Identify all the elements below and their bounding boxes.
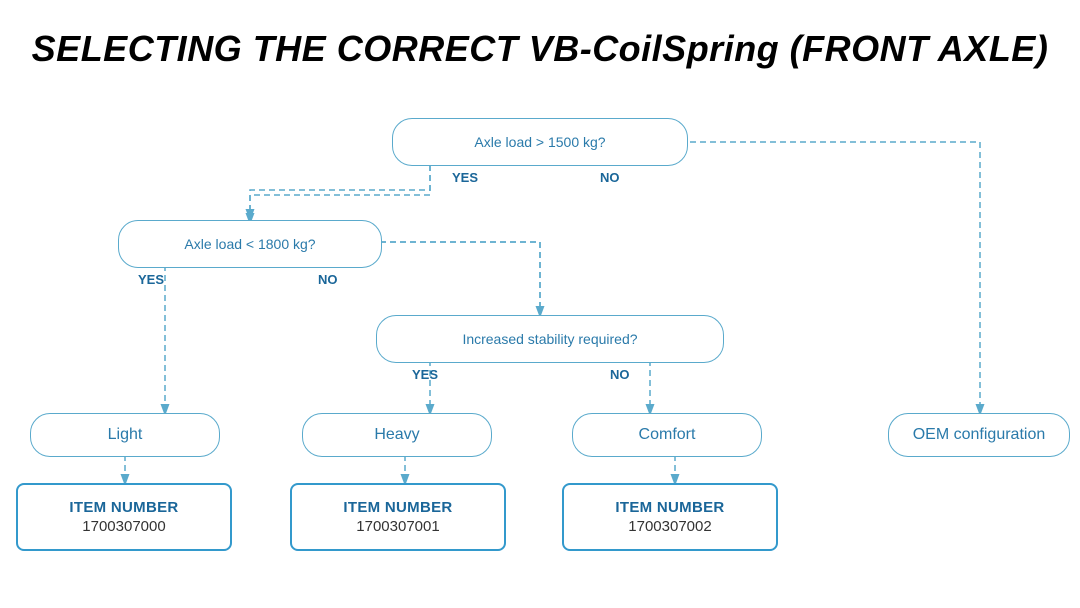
item1-label: ITEM NUMBER [343, 499, 452, 516]
decision-3-text: Increased stability required? [462, 331, 637, 347]
result-oem-text: OEM configuration [913, 426, 1046, 444]
decision3-yes-label: YES [412, 367, 438, 382]
result-light: Light [30, 413, 220, 457]
decision-box-2: Axle load < 1800 kg? [118, 220, 382, 268]
item0-label: ITEM NUMBER [69, 499, 178, 516]
result-comfort: Comfort [572, 413, 762, 457]
item2-label: ITEM NUMBER [615, 499, 724, 516]
decision-box-3: Increased stability required? [376, 315, 724, 363]
item-box-1: ITEM NUMBER 1700307001 [290, 483, 506, 551]
main-title: SELECTING THE CORRECT VB-CoilSpring (FRO… [0, 0, 1080, 80]
decision1-no-label: NO [600, 170, 620, 185]
result-light-text: Light [108, 426, 143, 444]
diagram-area: .dashed-line { stroke: #5aaacc; stroke-w… [0, 90, 1080, 580]
result-heavy: Heavy [302, 413, 492, 457]
decision2-no-label: NO [318, 272, 338, 287]
item-box-0: ITEM NUMBER 1700307000 [16, 483, 232, 551]
item1-number: 1700307001 [356, 518, 439, 535]
decision3-no-label: NO [610, 367, 630, 382]
decision-2-text: Axle load < 1800 kg? [184, 236, 315, 252]
decision-box-1: Axle load > 1500 kg? [392, 118, 688, 166]
item0-number: 1700307000 [82, 518, 165, 535]
decision2-yes-label: YES [138, 272, 164, 287]
result-comfort-text: Comfort [639, 426, 696, 444]
decision-1-text: Axle load > 1500 kg? [474, 134, 605, 150]
result-heavy-text: Heavy [374, 426, 419, 444]
decision1-yes-label: YES [452, 170, 478, 185]
page: SELECTING THE CORRECT VB-CoilSpring (FRO… [0, 0, 1080, 608]
item-box-2: ITEM NUMBER 1700307002 [562, 483, 778, 551]
result-oem: OEM configuration [888, 413, 1070, 457]
item2-number: 1700307002 [628, 518, 711, 535]
